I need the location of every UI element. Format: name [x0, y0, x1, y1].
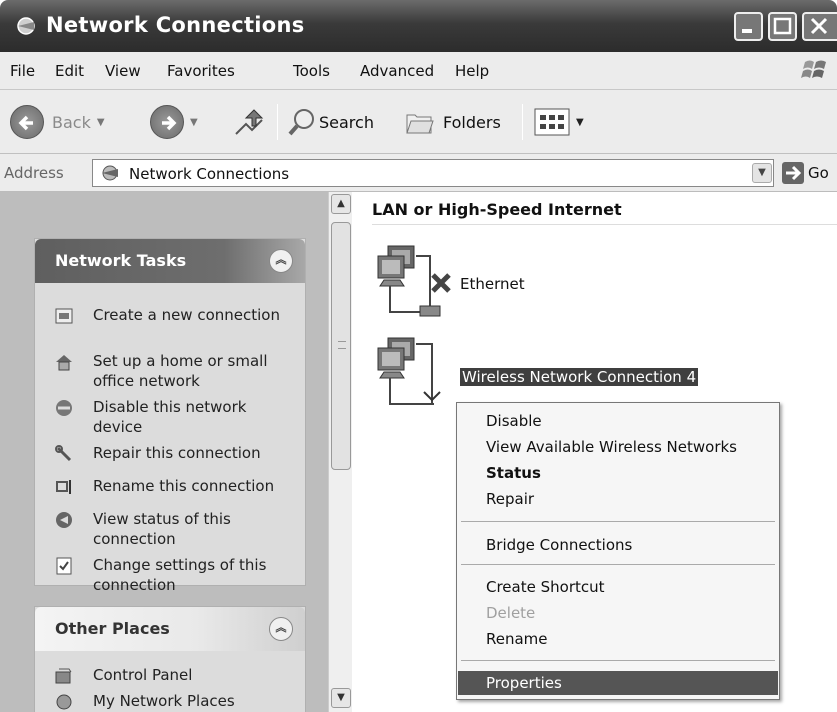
address-value: Network Connections	[129, 165, 290, 183]
task-pane-scrollbar[interactable]: ▲ ▼	[328, 192, 352, 712]
back-label: Back	[52, 112, 91, 132]
address-label: Address	[4, 164, 64, 182]
menu-item-status[interactable]: Status	[458, 461, 778, 485]
back-arrow-icon	[10, 105, 44, 139]
network-tasks-header[interactable]: Network Tasks ︽	[35, 239, 305, 283]
scroll-thumb[interactable]	[331, 222, 351, 470]
scroll-down-icon[interactable]: ▼	[331, 688, 351, 708]
minimize-icon	[742, 29, 752, 33]
task-label: Change settings of this connection	[93, 556, 267, 594]
group-divider	[372, 224, 837, 225]
status-icon	[56, 512, 72, 528]
task-label: Create a new connection	[93, 306, 280, 324]
network-tasks-title: Network Tasks	[55, 251, 187, 270]
forward-button[interactable]: ▼	[150, 102, 198, 142]
menu-item-bridge-connections[interactable]: Bridge Connections	[458, 533, 778, 557]
go-button[interactable]: Go	[808, 164, 829, 182]
menu-file[interactable]: File	[10, 62, 35, 80]
connection-label: Wireless Network Connection 4	[460, 368, 699, 386]
folders-label: Folders	[443, 112, 501, 132]
menu-tools[interactable]: Tools	[293, 62, 330, 80]
disconnected-x-icon	[431, 273, 451, 293]
close-button[interactable]	[802, 12, 837, 41]
menu-item-delete: Delete	[486, 604, 536, 622]
folders-icon	[406, 114, 434, 134]
toolbar-separator	[277, 104, 278, 140]
address-bar: Address Network Connections ▼ Go	[0, 154, 837, 192]
task-label: Set up a home or small office network	[93, 352, 268, 390]
views-button[interactable]: ▼	[534, 102, 584, 142]
other-places-panel: Other Places ︽ Control Panel My Network …	[34, 606, 306, 712]
menu-item-properties[interactable]: Properties	[458, 671, 778, 695]
network-connections-icon	[102, 165, 118, 181]
menu-edit[interactable]: Edit	[55, 62, 84, 80]
wireless-connection-icon	[377, 337, 441, 405]
maximize-icon	[773, 17, 792, 35]
task-label: Repair this connection	[93, 444, 261, 462]
windows-flag-icon	[801, 60, 826, 78]
menu-separator	[461, 564, 775, 565]
menu-item-repair[interactable]: Repair	[458, 487, 778, 511]
new-connection-icon	[55, 308, 73, 324]
maximize-button[interactable]	[768, 12, 797, 41]
collapse-icon[interactable]: ︽	[269, 617, 293, 641]
forward-arrow-icon	[150, 105, 184, 139]
search-label: Search	[319, 112, 374, 132]
menu-item-disable[interactable]: Disable	[458, 409, 778, 433]
home-network-icon	[56, 355, 72, 371]
disable-icon	[56, 400, 72, 416]
menu-item-view-wireless-networks[interactable]: View Available Wireless Networks	[458, 435, 778, 459]
menu-help[interactable]: Help	[455, 62, 489, 80]
menu-view[interactable]: View	[105, 62, 141, 80]
title-bar: Network Connections	[0, 0, 837, 52]
window-title: Network Connections	[46, 13, 305, 37]
control-panel-icon	[55, 668, 72, 684]
menu-separator	[461, 660, 775, 661]
task-pane: Network Tasks ︽ Create a new connection …	[0, 192, 328, 712]
back-button[interactable]: Back ▼	[10, 102, 105, 142]
address-dropdown-icon[interactable]: ▼	[752, 163, 772, 183]
network-tasks-panel: Network Tasks ︽ Create a new connection …	[34, 238, 306, 594]
other-places-header[interactable]: Other Places ︽	[35, 607, 305, 651]
menu-bar: File Edit View Favorites Tools Advanced …	[0, 52, 837, 90]
task-label: Rename this connection	[93, 477, 275, 495]
back-dropdown-icon[interactable]: ▼	[97, 117, 105, 128]
task-label: View status of this connection	[93, 510, 231, 548]
views-icon	[534, 108, 570, 136]
toolbar-separator	[522, 104, 523, 140]
group-header: LAN or High-Speed Internet	[372, 200, 622, 219]
place-label: My Network Places	[93, 692, 235, 710]
up-folder-icon[interactable]	[232, 106, 266, 140]
rename-icon	[56, 480, 71, 494]
network-places-icon	[56, 694, 72, 710]
toolbar: Back ▼ ▼ Search Folders ▼	[0, 90, 837, 154]
menu-advanced[interactable]: Advanced	[360, 62, 434, 80]
context-menu: Disable View Available Wireless Networks…	[456, 402, 780, 700]
other-places-title: Other Places	[55, 619, 170, 638]
place-label: Control Panel	[93, 666, 193, 684]
minimize-button[interactable]	[734, 12, 763, 41]
task-label: Disable this network device	[93, 398, 247, 436]
menu-separator	[461, 521, 775, 522]
address-input[interactable]: Network Connections	[92, 159, 774, 187]
connection-label: Ethernet	[460, 275, 525, 293]
scroll-up-icon[interactable]: ▲	[331, 194, 351, 214]
network-connections-icon	[17, 17, 35, 35]
collapse-icon[interactable]: ︽	[269, 249, 293, 273]
forward-dropdown-icon[interactable]: ▼	[190, 117, 198, 128]
close-icon	[810, 17, 828, 35]
repair-icon	[55, 445, 72, 462]
menu-item-create-shortcut[interactable]: Create Shortcut	[458, 575, 778, 599]
search-button[interactable]: Search	[287, 102, 374, 142]
scroll-grip-icon	[338, 341, 346, 349]
connection-ethernet[interactable]: Ethernet	[374, 240, 674, 330]
folders-button[interactable]: Folders	[405, 102, 501, 142]
settings-icon	[56, 557, 72, 575]
go-arrow-icon[interactable]	[782, 162, 804, 184]
menu-item-rename[interactable]: Rename	[458, 627, 778, 651]
search-icon	[288, 109, 314, 136]
menu-favorites[interactable]: Favorites	[167, 62, 235, 80]
views-dropdown-icon: ▼	[576, 116, 584, 128]
